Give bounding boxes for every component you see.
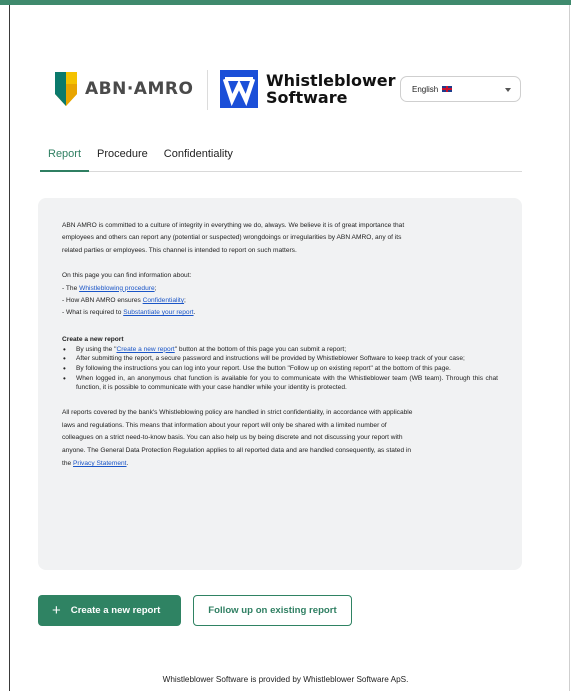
language-selected-label: English	[412, 84, 439, 94]
logo-separator	[207, 70, 208, 110]
whistleblower-logo-icon	[220, 70, 258, 108]
info-item-confidentiality: - How ABN AMRO ensures Confidentiality;	[62, 297, 186, 305]
tab-procedure[interactable]: Procedure	[89, 148, 156, 171]
follow-up-report-button[interactable]: Follow up on existing report	[193, 595, 352, 626]
whistleblower-software-logo: Whistleblower Software	[220, 70, 395, 108]
tab-report[interactable]: Report	[40, 148, 90, 172]
create-new-report-button[interactable]: + Create a new report	[38, 595, 181, 626]
wordmark-line-2: Software	[266, 88, 348, 107]
right-border	[569, 5, 570, 691]
language-select[interactable]: English	[400, 76, 521, 102]
intro-line: related parties or employees. This chann…	[62, 246, 297, 254]
info-item-substantiate: - What is required to Substantiate your …	[62, 309, 196, 317]
list-item: After submitting the report, a secure pa…	[62, 354, 498, 364]
wordmark-line-1: Whistleblower	[266, 71, 396, 90]
report-info-panel: ABN AMRO is committed to a culture of in…	[38, 198, 522, 570]
confidentiality-paragraph: All reports covered by the bank's Whistl…	[62, 408, 413, 467]
create-report-steps: By using the "Create a new report" butto…	[62, 345, 498, 393]
main-tabs: Report Procedure Confidentiality	[40, 148, 522, 172]
info-lead: On this page you can find information ab…	[62, 272, 192, 280]
abn-amro-wordmark: ABN·AMRO	[85, 79, 194, 99]
list-item: By following the instructions you can lo…	[62, 364, 498, 374]
uk-flag-icon	[442, 86, 453, 92]
confidentiality-link[interactable]: Confidentiality	[143, 297, 184, 304]
info-item-procedure: - The Whistleblowing procedure;	[62, 284, 157, 292]
whistleblower-wordmark: Whistleblower Software	[266, 72, 395, 106]
substantiate-report-link[interactable]: Substantiate your report	[123, 309, 193, 316]
create-new-report-link[interactable]: Create a new report	[116, 346, 174, 353]
privacy-statement-link[interactable]: Privacy Statement	[73, 460, 127, 467]
whistleblowing-procedure-link[interactable]: Whistleblowing procedure	[79, 285, 155, 292]
list-item: When logged in, an anonymous chat functi…	[62, 374, 498, 393]
create-new-report-label: Create a new report	[70, 605, 161, 616]
footer-text: Whistleblower Software is provided by Wh…	[162, 675, 409, 684]
list-item: By using the "Create a new report" butto…	[62, 345, 498, 355]
chevron-down-icon	[505, 88, 511, 92]
plus-icon: +	[52, 602, 61, 619]
intro-line: ABN AMRO is committed to a culture of in…	[62, 222, 405, 229]
tab-confidentiality[interactable]: Confidentiality	[156, 148, 241, 171]
left-border	[9, 5, 10, 691]
intro-line: employees and others can report any (pot…	[62, 234, 402, 242]
abn-amro-logo: ABN·AMRO	[55, 72, 193, 106]
create-report-heading: Create a new report	[62, 335, 124, 343]
abn-amro-shield-icon	[55, 72, 77, 106]
top-accent-bar	[0, 0, 571, 5]
